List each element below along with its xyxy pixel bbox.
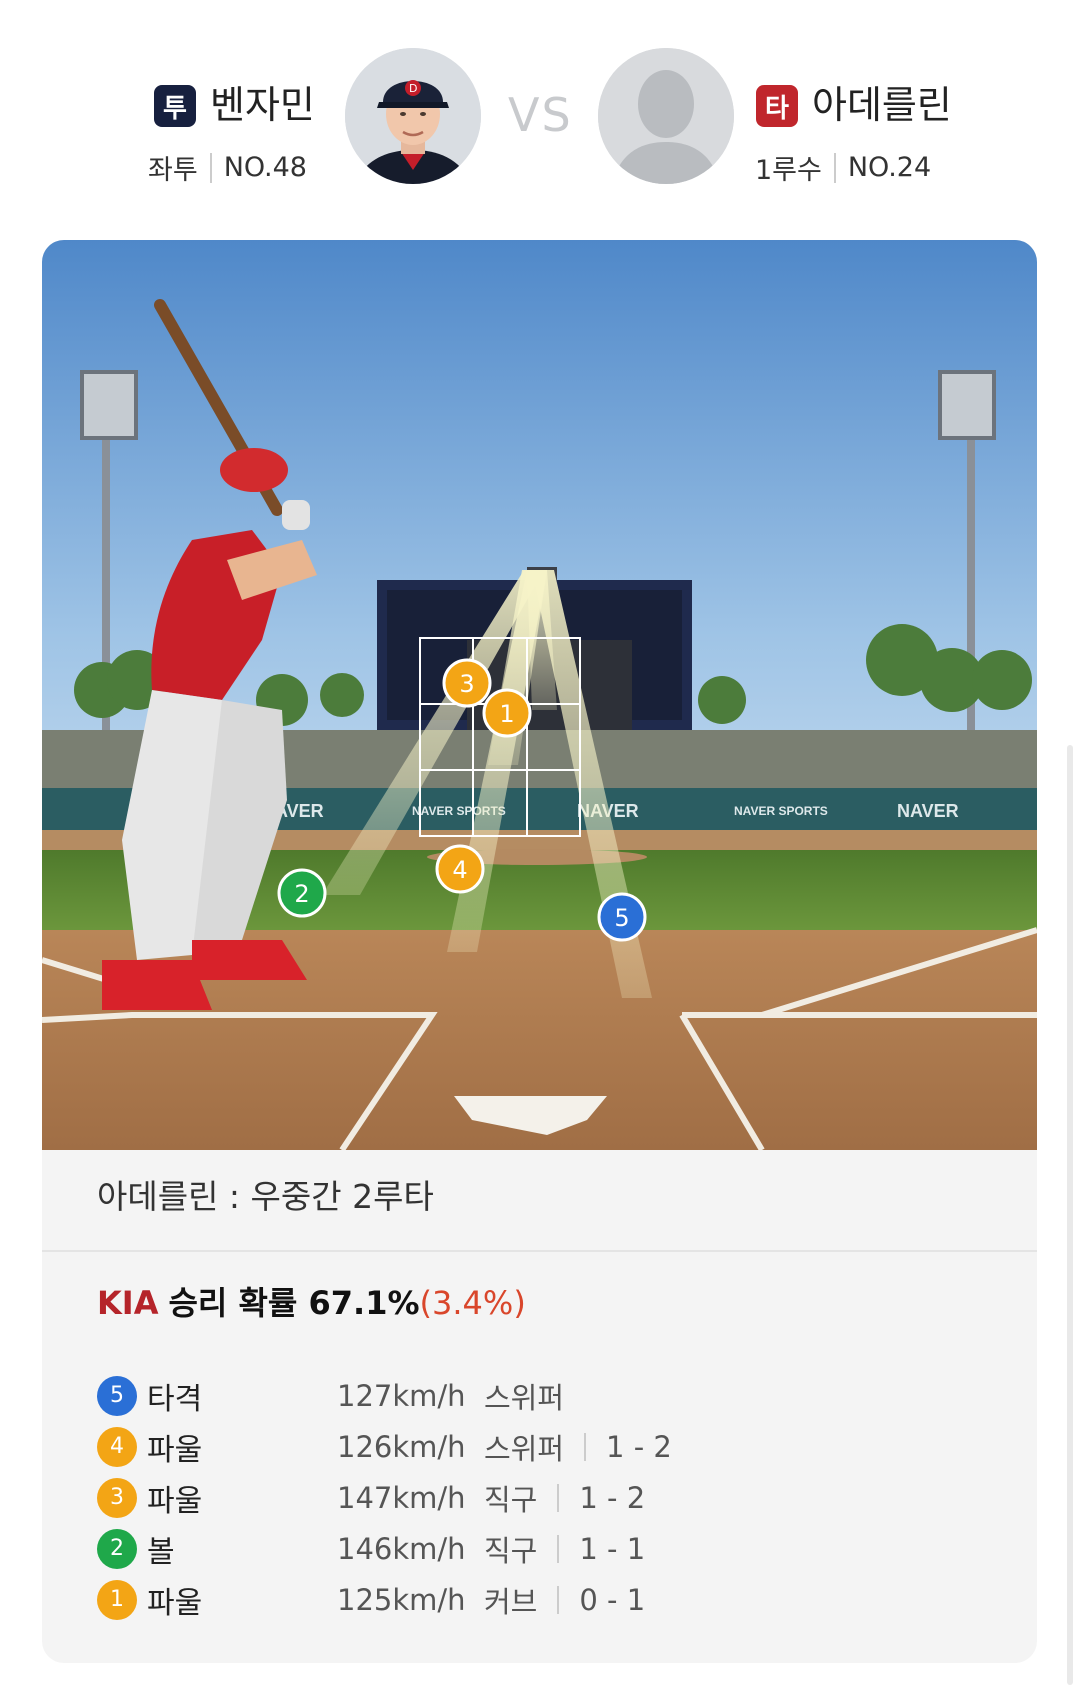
batter-number: NO.24 (847, 152, 932, 183)
svg-text:D: D (409, 82, 417, 95)
svg-text:3: 3 (459, 670, 474, 698)
pitch-detail: 126km/h 스위퍼 1 - 2 (337, 1426, 672, 1468)
batter-position: 1루수 (755, 155, 822, 186)
win-probability-delta: (3.4%) (419, 1284, 526, 1322)
pitch-row-2[interactable]: 2 볼 146km/h 직구 1 - 1 (97, 1523, 997, 1574)
pitch-speed: 147km/h (337, 1480, 466, 1515)
pitch-marker-4[interactable]: 4 (435, 844, 485, 894)
pitch-type: 직구 (483, 1533, 538, 1568)
page-scrollbar[interactable] (1067, 745, 1073, 1685)
pitch-row-3[interactable]: 3 파울 147km/h 직구 1 - 2 (97, 1472, 997, 1523)
pitch-marker-1[interactable]: 1 (482, 688, 532, 738)
batter-info-divider (833, 152, 836, 183)
pitch-marker-2[interactable]: 2 (277, 868, 327, 918)
pitch-result: 볼 (147, 1534, 175, 1570)
count-divider (584, 1432, 587, 1461)
ad-board-5: NAVER (897, 801, 959, 821)
pitcher-info-divider (209, 152, 212, 183)
win-probability: KIA 승리 확률 67.1% (3.4%) (97, 1278, 526, 1324)
svg-text:4: 4 (452, 856, 467, 884)
pitch-list: 5 타격 127km/h 스위퍼 4 파울 126km/h 스위퍼 1 - 2 … (97, 1370, 997, 1625)
pitcher-photo: D (345, 48, 481, 184)
pitcher-hand: 좌투 (148, 155, 198, 186)
batter-name[interactable]: 아데를린 (812, 80, 952, 130)
pitch-result: 파울 (147, 1483, 203, 1519)
pitch-detail: 147km/h 직구 1 - 2 (337, 1477, 645, 1519)
pitch-row-4[interactable]: 4 파울 126km/h 스위퍼 1 - 2 (97, 1421, 997, 1472)
svg-text:2: 2 (294, 880, 309, 908)
win-probability-label: 승리 확률 67.1% (168, 1284, 420, 1322)
pitch-marker-5[interactable]: 5 (597, 892, 647, 942)
pitch-number-badge: 3 (97, 1477, 137, 1518)
pitch-count: 1 - 2 (606, 1429, 672, 1464)
pitcher-info: 좌투 NO.48 (148, 148, 307, 187)
pitch-row-1[interactable]: 1 파울 125km/h 커브 0 - 1 (97, 1574, 997, 1625)
pitch-marker-3[interactable]: 3 (442, 658, 492, 708)
pitch-speed: 127km/h (337, 1378, 466, 1413)
default-person-icon (598, 48, 734, 184)
pitch-count: 0 - 1 (579, 1582, 646, 1617)
pitch-number-badge: 4 (97, 1426, 137, 1467)
pitch-detail: 125km/h 커브 0 - 1 (337, 1579, 645, 1621)
pitch-type: 커브 (483, 1584, 538, 1619)
pitch-number-badge: 1 (97, 1579, 137, 1620)
ad-board-4: NAVER SPORTS (734, 804, 828, 818)
matchup-header: 투 벤자민 좌투 NO.48 D VS 타 아데를린 1루수 NO.24 (0, 0, 1079, 220)
pitch-number-badge: 5 (97, 1375, 137, 1416)
pitcher-role-badge: 투 (154, 85, 196, 127)
at-bat-result: 아데를린 : 우중간 2루타 (97, 1177, 434, 1216)
pitch-row-5[interactable]: 5 타격 127km/h 스위퍼 (97, 1370, 997, 1421)
pitch-result: 타격 (147, 1381, 203, 1417)
win-probability-team: KIA (97, 1284, 159, 1322)
pitch-detail: 127km/h 스위퍼 (337, 1375, 564, 1417)
pitcher-name[interactable]: 벤자민 (210, 80, 315, 130)
pitch-location-scene: NAVER NAVER SPORTS NAVER NAVER SPORTS NA… (42, 240, 1037, 1150)
pitch-speed: 146km/h (337, 1531, 466, 1566)
pitch-card: NAVER NAVER SPORTS NAVER NAVER SPORTS NA… (42, 240, 1037, 1663)
count-divider (557, 1585, 560, 1614)
pitch-count: 1 - 2 (579, 1480, 646, 1515)
section-divider (42, 1250, 1037, 1252)
pitch-speed: 126km/h (337, 1429, 466, 1464)
batter-role-badge: 타 (756, 85, 798, 127)
vs-label: VS (508, 88, 573, 142)
pitch-result: 파울 (147, 1432, 203, 1468)
svg-text:5: 5 (614, 904, 629, 932)
pitch-result: 파울 (147, 1585, 203, 1621)
pitch-detail: 146km/h 직구 1 - 1 (337, 1528, 645, 1570)
count-divider (557, 1534, 560, 1563)
pitcher-avatar[interactable]: D (345, 48, 481, 184)
pitch-type: 직구 (483, 1482, 538, 1517)
svg-text:1: 1 (499, 700, 514, 728)
batter-avatar[interactable] (598, 48, 734, 184)
pitcher-number: NO.48 (223, 152, 307, 183)
pitch-count: 1 - 1 (579, 1531, 646, 1566)
pitch-speed: 125km/h (337, 1582, 466, 1617)
count-divider (557, 1483, 560, 1512)
pitch-number-badge: 2 (97, 1528, 137, 1569)
pitch-type: 스위퍼 (483, 1380, 565, 1415)
pitch-type: 스위퍼 (483, 1431, 565, 1466)
batter-info: 1루수 NO.24 (755, 148, 931, 187)
